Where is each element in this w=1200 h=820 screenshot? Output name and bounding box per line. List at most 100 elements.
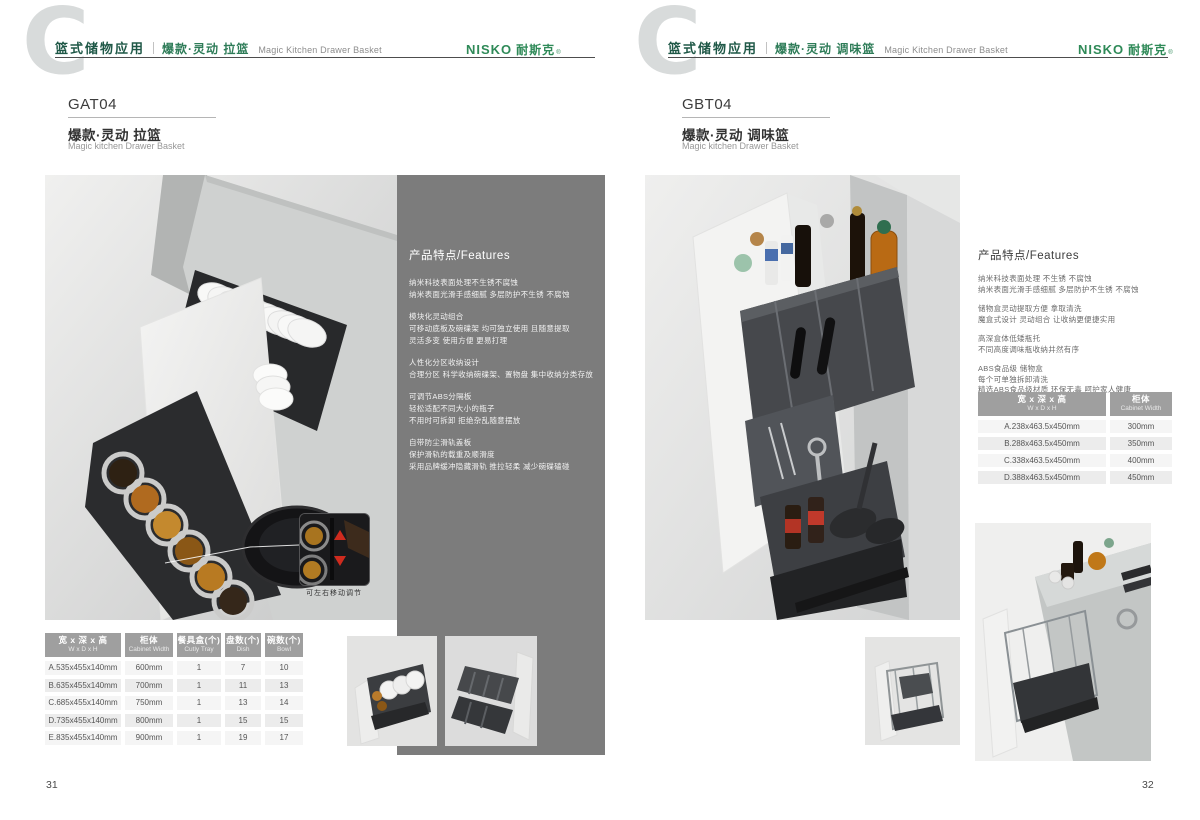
feature-group: 高深盒体低矮瓶托 不同高度调味瓶收纳井然有序 bbox=[978, 334, 1139, 355]
feature-line: 轻松适配不同大小的瓶子 bbox=[409, 403, 593, 415]
nisko-logo: NISKO 耐斯克 ® bbox=[1078, 41, 1173, 58]
feature-group: 自带防尘滑轨盖板 保护滑轨的载重及顺滑度 采用品牌缓冲隐藏滑轨 推拉轻柔 减少碗… bbox=[409, 437, 593, 473]
right-main-product-photo bbox=[645, 175, 960, 620]
cell: A.535x455x140mm bbox=[45, 661, 121, 675]
cell: A.238x463.5x450mm bbox=[978, 420, 1106, 433]
feature-line: 储物盒灵动提取方便 拿取清洗 bbox=[978, 304, 1139, 315]
cell: 11 bbox=[225, 679, 261, 693]
header-divider bbox=[153, 42, 154, 54]
header-series: 爆款·灵动 调味篮 bbox=[775, 40, 875, 57]
cell: 400mm bbox=[1110, 454, 1172, 467]
col-header-cn: 餐具盒(个) bbox=[177, 636, 221, 646]
col-header-en: W x D x H bbox=[978, 405, 1106, 412]
product-code-rule bbox=[682, 117, 830, 118]
registered-mark-icon: ® bbox=[1168, 50, 1172, 56]
logo-text-cn: 耐斯克 bbox=[516, 41, 555, 58]
product-name-en: Magic kitchen Drawer Basket bbox=[68, 141, 185, 151]
feature-line: 纳米科技表面处理不生锈不腐蚀 bbox=[409, 277, 593, 289]
cell: 15 bbox=[265, 714, 303, 728]
logo-text-cn: 耐斯克 bbox=[1128, 41, 1167, 58]
wire-basket-thumb-illustration bbox=[865, 637, 960, 745]
cell: 17 bbox=[265, 731, 303, 745]
feature-group: 储物盒灵动提取方便 拿取清洗 魔盒式设计 灵动组合 让收纳更便捷实用 bbox=[978, 304, 1139, 325]
feature-line: 可调节ABS分隔板 bbox=[409, 391, 593, 403]
cell: E.835x455x140mm bbox=[45, 731, 121, 745]
col-header: 柜体 Cabinet Width bbox=[125, 633, 173, 657]
catalog-spread: C 篮式储物应用 爆款·灵动 拉篮 Magic Kitchen Drawer B… bbox=[0, 0, 1200, 820]
cell: 900mm bbox=[125, 731, 173, 745]
feature-line: 高深盒体低矮瓶托 bbox=[978, 334, 1139, 345]
cell: 750mm bbox=[125, 696, 173, 710]
col-header: 宽 x 深 x 高 W x D x H bbox=[978, 392, 1106, 416]
product-code-rule bbox=[68, 117, 216, 118]
feature-group: 纳米科技表面处理不生锈不腐蚀 纳米表面光滑手感细腻 多层防护不生锈 不腐蚀 bbox=[409, 277, 593, 301]
feature-line: 合理分区 科学收纳碗碟架、置物盘 集中收纳分类存放 bbox=[409, 369, 593, 381]
cell: 350mm bbox=[1110, 437, 1172, 450]
product-name-en: Magic kitchen Drawer Basket bbox=[682, 141, 799, 151]
left-thumb-photo-1 bbox=[347, 636, 437, 746]
left-spec-table: 宽 x 深 x 高 W x D x H 柜体 Cabinet Width 餐具盒… bbox=[45, 633, 303, 745]
feature-group: ABS食品级 储物盒 每个可单独拆卸清洗 精选ABS食品级材质 环保无毒 呵护家… bbox=[978, 364, 1139, 396]
header-rule bbox=[668, 57, 1168, 58]
callout-label: 可左右移动调节 bbox=[286, 588, 382, 598]
logo-text-en: NISKO bbox=[1078, 42, 1124, 57]
features-title: 产品特点/Features bbox=[978, 247, 1079, 263]
feature-line: 纳米表面光滑手感细腻 多层防护不生锈 不腐蚀 bbox=[409, 289, 593, 301]
col-header-en: Dish bbox=[225, 646, 261, 653]
col-header-cn: 宽 x 深 x 高 bbox=[978, 395, 1106, 405]
cell: 19 bbox=[225, 731, 261, 745]
col-header-en: Cutly Tray bbox=[177, 646, 221, 653]
logo-text-en: NISKO bbox=[466, 42, 512, 57]
header-category: 篮式储物应用 bbox=[668, 38, 758, 57]
counter-basket-illustration bbox=[975, 523, 1151, 761]
cell: D.388x463.5x450mm bbox=[978, 471, 1106, 484]
col-header-en: Cabinet Width bbox=[125, 646, 173, 653]
left-thumb-photo-2 bbox=[445, 636, 537, 746]
feature-line: 采用品牌缓冲隐藏滑轨 推拉轻柔 减少碗碟磕碰 bbox=[409, 461, 593, 473]
feature-line: 自带防尘滑轨盖板 bbox=[409, 437, 593, 449]
right-spec-table: 宽 x 深 x 高 W x D x H 柜体 Cabinet Width A.2… bbox=[978, 392, 1172, 484]
col-header-cn: 宽 x 深 x 高 bbox=[45, 636, 121, 646]
cell: 300mm bbox=[1110, 420, 1172, 433]
feature-line: 灵活多变 使用方便 更易打理 bbox=[409, 335, 593, 347]
cell: 7 bbox=[225, 661, 261, 675]
cell: 1 bbox=[177, 731, 221, 745]
header-divider bbox=[766, 42, 767, 54]
adjust-detail-illustration bbox=[300, 514, 369, 585]
header-series: 爆款·灵动 拉篮 bbox=[162, 40, 249, 57]
feature-line: 保护滑轨的载重及顺滑度 bbox=[409, 449, 593, 461]
features-title: 产品特点/Features bbox=[409, 247, 510, 263]
col-header: 宽 x 深 x 高 W x D x H bbox=[45, 633, 121, 657]
features-list: 纳米科技表面处理 不生锈 不腐蚀 纳米表面光滑手感细腻 多层防护不生锈 不腐蚀 … bbox=[978, 274, 1139, 405]
feature-line: 魔盒式设计 灵动组合 让收纳更便捷实用 bbox=[978, 315, 1139, 326]
cell: C.685x455x140mm bbox=[45, 696, 121, 710]
col-header: 碗数(个) Bowl bbox=[265, 633, 303, 657]
cell: 1 bbox=[177, 679, 221, 693]
cell: B.288x463.5x450mm bbox=[978, 437, 1106, 450]
left-page-header: 篮式储物应用 爆款·灵动 拉篮 Magic Kitchen Drawer Bas… bbox=[55, 38, 382, 57]
registered-mark-icon: ® bbox=[556, 50, 560, 56]
feature-line: 模块化灵动组合 bbox=[409, 311, 593, 323]
feature-line: 每个可单独拆卸清洗 bbox=[978, 375, 1139, 386]
header-category: 篮式储物应用 bbox=[55, 38, 145, 57]
cell: B.635x455x140mm bbox=[45, 679, 121, 693]
cell: 14 bbox=[265, 696, 303, 710]
col-header-cn: 柜体 bbox=[125, 636, 173, 646]
cell: 450mm bbox=[1110, 471, 1172, 484]
feature-line: 人性化分区收纳设计 bbox=[409, 357, 593, 369]
col-header-cn: 盘数(个) bbox=[225, 636, 261, 646]
cell: 600mm bbox=[125, 661, 173, 675]
feature-line: 纳米表面光滑手感细腻 多层防护不生锈 不腐蚀 bbox=[978, 285, 1139, 296]
feature-line: 可移动底板及碗碟架 均可独立使用 且随意提取 bbox=[409, 323, 593, 335]
cell: 13 bbox=[265, 679, 303, 693]
col-header-en: Cabinet Width bbox=[1110, 405, 1172, 412]
cell: D.735x455x140mm bbox=[45, 714, 121, 728]
cell: 15 bbox=[225, 714, 261, 728]
spice-basket-illustration bbox=[645, 175, 960, 620]
page-number-left: 31 bbox=[46, 779, 58, 791]
header-series-en: Magic Kitchen Drawer Basket bbox=[884, 45, 1007, 55]
col-header-en: Bowl bbox=[265, 646, 303, 653]
cell: 1 bbox=[177, 661, 221, 675]
header-rule bbox=[55, 57, 595, 58]
feature-group: 可调节ABS分隔板 轻松适配不同大小的瓶子 不用时可拆卸 拒绝杂乱随意摆放 bbox=[409, 391, 593, 427]
